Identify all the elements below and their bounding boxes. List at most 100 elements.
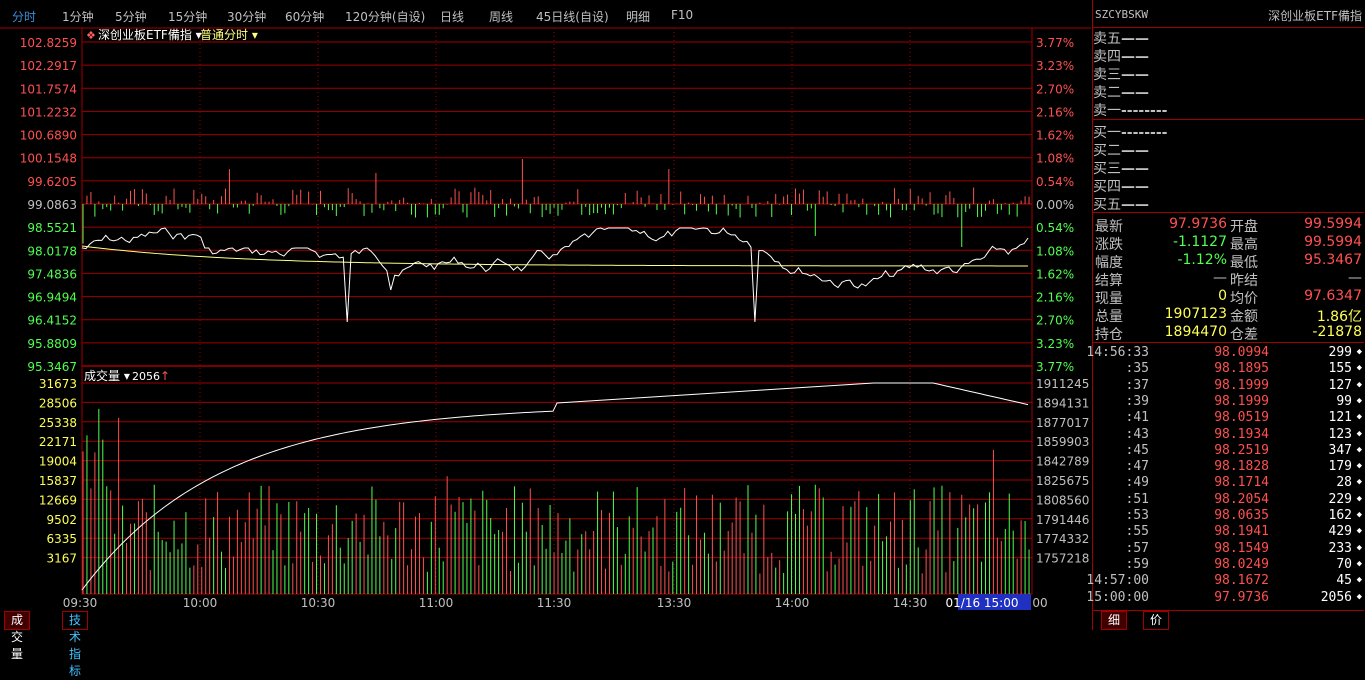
open-interest-tick-label: 1774332 xyxy=(1036,532,1089,546)
tick-time: 15:00:00 xyxy=(1086,589,1149,605)
tick-volume: 127 xyxy=(1328,377,1352,393)
tick-row: :51 98.2054 229 ◆ xyxy=(1093,492,1364,508)
tick-direction-icon: ◆ xyxy=(1356,542,1362,553)
percent-tick-label: 2.16% xyxy=(1036,105,1074,119)
tick-time: 14:57:00 xyxy=(1086,573,1149,589)
ask-price: ---- xyxy=(1121,103,1145,119)
price-tick-label: 95.3467 xyxy=(27,360,77,374)
tick-direction-icon: ◆ xyxy=(1356,493,1362,504)
time-axis-label: 13:30 xyxy=(657,596,692,610)
tick-volume: 347 xyxy=(1328,442,1352,458)
tick-volume: 2056 xyxy=(1320,589,1352,605)
tick-time: :49 xyxy=(1125,475,1149,491)
open-interest-tick-label: 1791446 xyxy=(1036,513,1089,527)
percent-tick-label: 0.00% xyxy=(1036,198,1074,212)
stat-row: 持仓 1894470 仓差 -21878 xyxy=(1093,324,1364,343)
stat-value: 97.6347 xyxy=(1304,288,1362,304)
tab-price[interactable]: 价 xyxy=(1143,611,1170,630)
tick-direction-icon: ◆ xyxy=(1356,477,1362,488)
stat-row: 现量 0 均价 97.6347 xyxy=(1093,288,1364,307)
tick-row: :59 98.0249 70 ◆ xyxy=(1093,557,1364,573)
tick-row: :57 98.1549 233 ◆ xyxy=(1093,541,1364,557)
percent-tick-label: 1.08% xyxy=(1036,152,1074,166)
tab-indicators[interactable]: 技术指标 xyxy=(62,611,89,678)
tick-direction-icon: ◆ xyxy=(1356,363,1362,374)
tab-detail[interactable]: 细 xyxy=(1101,611,1128,630)
percent-tick-label: 3.77% xyxy=(1036,360,1074,374)
stat-value: 99.5994 xyxy=(1304,234,1362,250)
tick-price: 98.1672 xyxy=(1214,573,1269,589)
stat-label: 现量 xyxy=(1095,291,1123,307)
bid-price: — xyxy=(1121,143,1135,159)
tick-price: 98.1999 xyxy=(1214,377,1269,393)
time-axis-label: 01/16 15:00 xyxy=(946,596,1019,610)
price-tick-label: 96.4152 xyxy=(27,314,77,328)
price-tick-label: 99.0863 xyxy=(27,198,77,212)
percent-tick-label: 1.62% xyxy=(1036,267,1074,281)
tick-volume: 155 xyxy=(1328,361,1352,377)
stat-value: 1894470 xyxy=(1164,324,1227,340)
stat-label: 持仓 xyxy=(1095,327,1123,343)
price-tick-label: 99.6205 xyxy=(27,175,77,189)
tick-direction-icon: ◆ xyxy=(1356,428,1362,439)
tick-row: :47 98.1828 179 ◆ xyxy=(1093,459,1364,475)
tick-price: 98.1549 xyxy=(1214,540,1269,556)
tick-volume: 45 xyxy=(1336,573,1352,589)
ask-price: — xyxy=(1121,31,1135,47)
tick-volume: 162 xyxy=(1328,508,1352,523)
tick-direction-icon: ◆ xyxy=(1356,558,1362,569)
bid-price: — xyxy=(1121,197,1135,213)
bid-row: 买五—— xyxy=(1093,194,1364,213)
intraday-chart[interactable]: 102.8259 3.77% 102.2917 3.23% 101.7574 2.70% 1… xyxy=(0,0,1091,611)
tick-time: :35 xyxy=(1125,361,1149,377)
open-interest-tick-label: 1825675 xyxy=(1036,474,1089,488)
tick-time: :45 xyxy=(1125,442,1149,458)
tick-volume: 121 xyxy=(1328,410,1352,426)
ask-volume: — xyxy=(1135,85,1149,101)
stat-label: 结算 xyxy=(1095,273,1123,289)
tick-volume: 233 xyxy=(1328,540,1352,556)
tick-price: 98.1714 xyxy=(1214,475,1269,491)
tick-price: 98.0994 xyxy=(1214,345,1269,360)
bid-price: — xyxy=(1121,161,1135,177)
volume-indicator-selector[interactable]: 成交量 ▾ xyxy=(84,368,130,383)
percent-tick-label: 0.54% xyxy=(1036,175,1074,189)
bid-row: 买二—— xyxy=(1093,140,1364,159)
tick-price: 98.0519 xyxy=(1214,410,1269,426)
chart-symbol-selector[interactable]: 深创业板ETF備指 ▾ xyxy=(98,27,202,42)
time-axis-label: 14:30 xyxy=(893,596,928,610)
volume-tick-label: 6335 xyxy=(46,532,77,546)
ask-volume: — xyxy=(1135,31,1149,47)
stat-row: 结算 — 昨结 — xyxy=(1093,270,1364,289)
ask-price: — xyxy=(1121,49,1135,65)
percent-tick-label: 2.70% xyxy=(1036,314,1074,328)
open-interest-tick-label: 1842789 xyxy=(1036,455,1089,469)
tick-time: :53 xyxy=(1125,508,1149,523)
stat-value: 95.3467 xyxy=(1304,252,1362,268)
ask-row: 卖四—— xyxy=(1093,46,1364,65)
stat-value: 97.9736 xyxy=(1169,216,1227,232)
bid-label: 买四 xyxy=(1093,179,1121,195)
tick-price: 98.2519 xyxy=(1214,442,1269,458)
ask-label: 卖三 xyxy=(1093,67,1121,83)
percent-tick-label: 3.23% xyxy=(1036,337,1074,351)
price-line xyxy=(81,227,1029,323)
tick-price: 98.1895 xyxy=(1214,361,1269,377)
price-tick-label: 100.6890 xyxy=(20,129,77,143)
stat-value: 1907123 xyxy=(1164,306,1227,322)
price-tick-label: 97.4836 xyxy=(27,267,77,281)
open-interest-tick-label: 1808560 xyxy=(1036,493,1089,507)
stat-label: 涨跌 xyxy=(1095,237,1123,253)
stat-label: 开盘 xyxy=(1230,219,1258,235)
symbol-code: SZCYBSKW xyxy=(1095,8,1148,21)
stat-label: 总量 xyxy=(1095,309,1123,325)
price-tick-label: 102.2917 xyxy=(20,59,77,73)
bid-row: 买一-------- xyxy=(1093,122,1364,141)
ask-row: 卖一-------- xyxy=(1093,100,1364,119)
open-interest-tick-label: 1859903 xyxy=(1036,435,1089,449)
tab-volume[interactable]: 成交量 xyxy=(4,611,31,661)
chart-mode-selector[interactable]: 普通分时 ▾ xyxy=(200,28,258,42)
bid-volume: — xyxy=(1135,179,1149,195)
time-axis-label: 00 xyxy=(1032,596,1047,610)
ask-volume: — xyxy=(1135,49,1149,65)
